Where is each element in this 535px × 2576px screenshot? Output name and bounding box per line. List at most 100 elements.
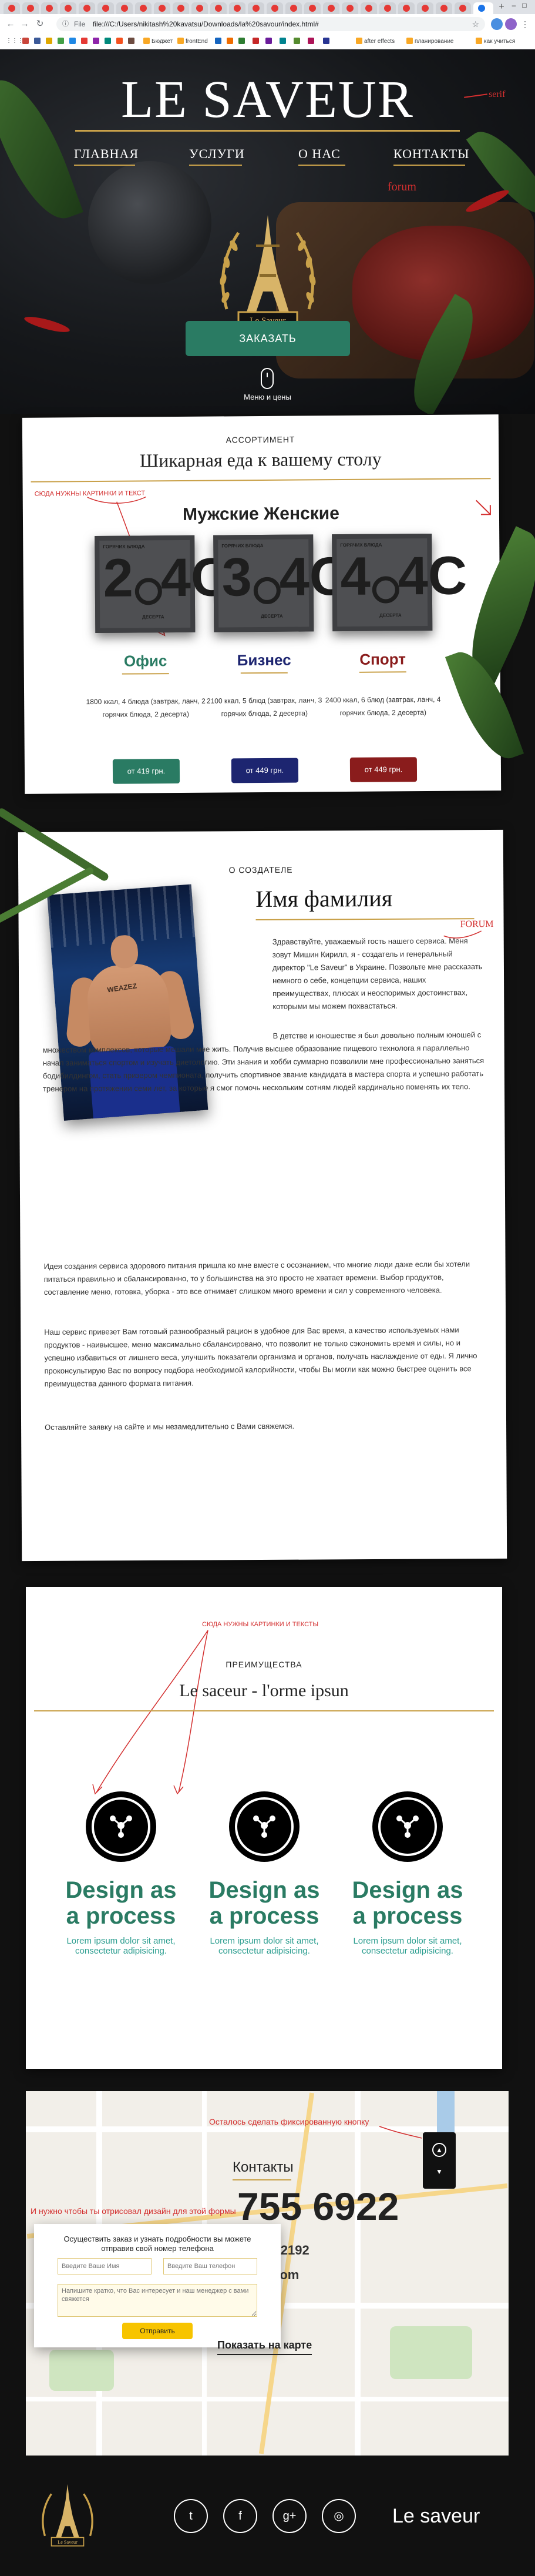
bookmark-favicon-icon[interactable] — [227, 38, 235, 46]
menu-kebab-icon[interactable]: ⋮ — [519, 18, 531, 30]
nav-link-home[interactable]: ГЛАВНАЯ — [74, 146, 139, 162]
apps-grid-icon[interactable]: ⋮⋮⋮ — [6, 38, 23, 46]
bookmark-favicon-icon[interactable] — [323, 38, 331, 46]
bookmark-favicon-icon[interactable] — [81, 38, 89, 46]
plan-price-button[interactable]: от 449 грн. — [231, 758, 299, 783]
message-field[interactable] — [58, 2284, 257, 2317]
bookmark-favicon-icon[interactable] — [253, 38, 261, 46]
twitter-icon[interactable]: t — [174, 2499, 208, 2533]
scroll-mouse-icon[interactable] — [261, 368, 274, 389]
tab-favicon-icon — [328, 5, 335, 12]
instagram-icon[interactable]: ◎ — [322, 2499, 356, 2533]
browser-tab[interactable] — [455, 2, 471, 14]
bookmark-label: Бюджет — [152, 38, 173, 45]
browser-tab[interactable] — [285, 2, 302, 14]
browser-tab[interactable] — [173, 2, 189, 14]
profile-avatar-icon[interactable] — [505, 18, 517, 30]
forward-arrow-icon[interactable]: → — [19, 18, 31, 30]
nav-link-contacts[interactable]: КОНТАКТЫ — [393, 146, 469, 162]
form-title: Осуществить заказ и узнать подробности в… — [63, 2235, 251, 2253]
bookmark-favicon-icon[interactable] — [116, 38, 125, 46]
bookmark-folder[interactable]: как учиться — [476, 38, 515, 46]
eiffel-emblem-icon[interactable]: Le Saveur — [35, 2480, 100, 2562]
gender-title[interactable]: Мужские Женские — [23, 503, 499, 526]
plan-name-office[interactable]: Офис — [81, 652, 210, 671]
tab-favicon-icon — [271, 5, 278, 12]
browser-tab[interactable] — [60, 2, 76, 14]
browser-tab[interactable] — [4, 2, 20, 14]
order-button[interactable]: ЗАКАЗАТЬ — [186, 321, 350, 356]
submit-button[interactable]: Отправить — [122, 2323, 193, 2339]
browser-tab[interactable] — [97, 2, 114, 14]
browser-tab[interactable] — [248, 2, 264, 14]
bookmark-favicon-icon[interactable] — [46, 38, 54, 46]
annotation-arrow — [379, 2126, 422, 2139]
bookmark-favicon-icon[interactable] — [34, 38, 42, 46]
browser-tab-active[interactable] — [473, 2, 493, 14]
url-text[interactable]: file:///C:/Users/nikitash%20kavatsu/Down… — [93, 20, 319, 28]
arrow-up-icon[interactable]: ▲ — [432, 2143, 446, 2157]
browser-tab[interactable] — [22, 2, 39, 14]
nav-link-services[interactable]: УСЛУГИ — [189, 146, 245, 162]
browser-tab[interactable] — [342, 2, 358, 14]
new-tab-plus-icon[interactable]: + — [497, 2, 506, 12]
browser-tab[interactable] — [135, 2, 152, 14]
plan-name-business[interactable]: Бизнес — [200, 651, 329, 670]
bookmark-favicon-icon[interactable] — [238, 38, 247, 46]
facebook-icon[interactable]: f — [223, 2499, 257, 2533]
show-on-map-link[interactable]: Показать на карте — [217, 2339, 312, 2355]
reload-icon[interactable]: ↻ — [34, 18, 46, 30]
browser-tab[interactable] — [379, 2, 396, 14]
bookmark-favicon-icon[interactable] — [105, 38, 113, 46]
order-form: Осуществить заказ и узнать подробности в… — [34, 2224, 281, 2347]
bookmark-favicon-icon[interactable] — [265, 38, 274, 46]
name-field[interactable] — [58, 2258, 152, 2274]
plan-description: 2100 ккал, 5 блюд (завтрак, ланч, 3 горя… — [206, 696, 322, 718]
maximize-icon[interactable]: □ — [519, 0, 530, 11]
browser-tab[interactable] — [436, 2, 452, 14]
fixed-scroll-button[interactable]: ▲ ▼ — [423, 2132, 456, 2189]
browser-tab[interactable] — [41, 2, 58, 14]
bookmark-folder[interactable]: Бюджет — [143, 38, 173, 46]
browser-tab[interactable] — [398, 2, 415, 14]
bookmark-favicon-icon[interactable] — [69, 38, 78, 46]
phone-number[interactable]: 755 6922 — [237, 2184, 399, 2229]
back-arrow-icon[interactable]: ← — [5, 18, 16, 30]
browser-tab[interactable] — [361, 2, 377, 14]
bookmark-favicon-icon[interactable] — [58, 38, 66, 46]
browser-tab[interactable] — [417, 2, 433, 14]
bookmark-favicon-icon[interactable] — [93, 38, 101, 46]
plan-name-sport[interactable]: Спорт — [318, 650, 447, 669]
address-bar[interactable]: ⓘ File file:///C:/Users/nikitash%20kavat… — [56, 17, 485, 31]
bookmark-star-icon[interactable]: ☆ — [472, 19, 479, 29]
browser-tab[interactable] — [79, 2, 95, 14]
footer-brand[interactable]: Le saveur — [392, 2505, 480, 2528]
bookmark-folder[interactable]: after effects — [356, 38, 395, 46]
plan-price-button[interactable]: от 419 грн. — [112, 758, 180, 784]
browser-tab[interactable] — [116, 2, 133, 14]
bookmark-favicon-icon[interactable] — [280, 38, 288, 46]
bookmark-folder[interactable]: планирование — [406, 38, 453, 46]
browser-tab[interactable] — [210, 2, 227, 14]
browser-tab[interactable] — [229, 2, 245, 14]
google-plus-icon[interactable]: g+ — [272, 2499, 307, 2533]
bookmark-favicon-icon[interactable] — [22, 38, 31, 46]
browser-tab[interactable] — [267, 2, 283, 14]
browser-tab[interactable] — [304, 2, 321, 14]
advantage-heading: Design as a process — [208, 1877, 320, 1929]
browser-tab[interactable] — [191, 2, 208, 14]
bookmark-favicon-icon[interactable] — [308, 38, 316, 46]
bookmark-favicon-icon[interactable] — [215, 38, 223, 46]
browser-tab[interactable] — [323, 2, 339, 14]
phone-field[interactable] — [163, 2258, 257, 2274]
plan-price-button[interactable]: от 449 грн. — [349, 757, 418, 782]
extension-icon[interactable] — [491, 18, 503, 30]
browser-tab[interactable] — [154, 2, 170, 14]
nav-link-about[interactable]: О НАС — [298, 146, 341, 162]
bookmark-favicon-icon[interactable] — [294, 38, 302, 46]
bookmark-folder[interactable]: frontEnd — [177, 38, 208, 46]
minimize-icon[interactable]: – — [509, 0, 519, 11]
site-logo[interactable]: LE SAVEUR — [0, 69, 535, 130]
bookmark-favicon-icon[interactable] — [128, 38, 136, 46]
chevron-down-icon[interactable]: ▼ — [432, 2168, 446, 2176]
